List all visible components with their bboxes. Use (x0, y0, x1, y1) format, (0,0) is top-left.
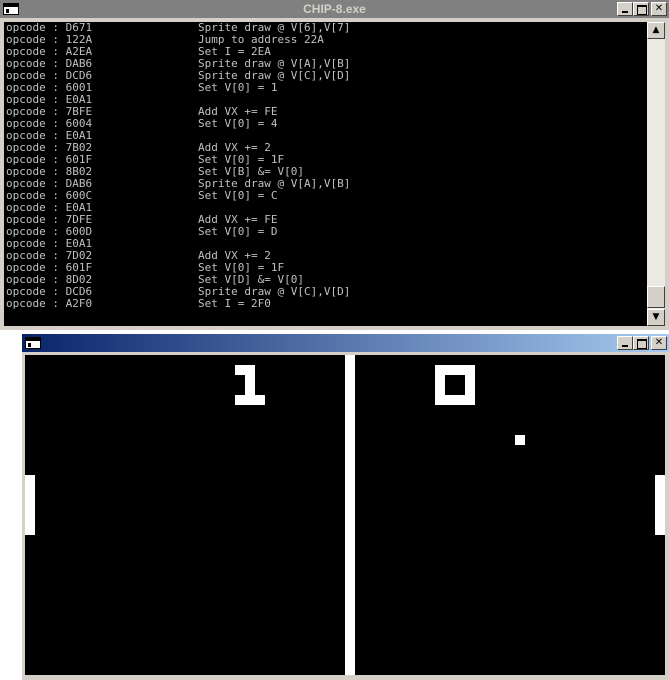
minimize-icon[interactable] (617, 336, 633, 350)
scrollbar-thumb[interactable] (647, 286, 665, 308)
console-scrollbar[interactable]: ▲ ▼ (647, 22, 665, 326)
minimize-icon[interactable] (617, 2, 633, 16)
log-line: opcode : A2F0 Set I = 2F0 (4, 298, 647, 310)
log-line: opcode : 7BFE Add VX += FE (4, 106, 647, 118)
log-description: Set V[0] = D (198, 225, 278, 238)
maximize-icon[interactable] (633, 336, 649, 350)
scroll-down-icon[interactable]: ▼ (647, 309, 665, 326)
log-line: opcode : DCD6 Sprite draw @ V[C],V[D] (4, 286, 647, 298)
log-description: Set V[0] = 1 (198, 81, 278, 94)
score-right-digit (465, 365, 475, 405)
log-line: opcode : E0A1 (4, 202, 647, 214)
log-line: opcode : 7DFE Add VX += FE (4, 214, 647, 226)
log-line: opcode : DAB6 Sprite draw @ V[A],V[B] (4, 178, 647, 190)
close-icon[interactable]: ✕ (651, 336, 667, 350)
console-window-controls: ✕ (617, 2, 667, 16)
console-window: CHIP-8.exe ✕ opcode : D671 Sprite draw @ … (0, 0, 669, 330)
maximize-icon[interactable] (633, 2, 649, 16)
right-paddle (655, 475, 665, 535)
log-line: opcode : D671 Sprite draw @ V[6],V[7] (4, 22, 647, 34)
game-titlebar[interactable]: ✕ (22, 334, 669, 352)
game-window-controls: ✕ (617, 336, 667, 350)
close-icon[interactable]: ✕ (651, 2, 667, 16)
console-titlebar[interactable]: CHIP-8.exe ✕ (0, 0, 669, 18)
log-line: opcode : 7B02 Add VX += 2 (4, 142, 647, 154)
game-window: ✕ 1 0 (22, 334, 669, 680)
log-line: opcode : 122A Jump to address 22A (4, 34, 647, 46)
score-left-digit (235, 365, 245, 375)
log-line: opcode : E0A1 (4, 94, 647, 106)
game-display[interactable]: 1 0 (25, 355, 665, 675)
log-line: opcode : 6001 Set V[0] = 1 (4, 82, 647, 94)
game-app-icon[interactable] (25, 337, 41, 349)
log-line: opcode : 6004 Set V[0] = 4 (4, 118, 647, 130)
log-line: opcode : 600C Set V[0] = C (4, 190, 647, 202)
scroll-up-icon[interactable]: ▲ (647, 22, 665, 39)
log-line: opcode : 7D02 Add VX += 2 (4, 250, 647, 262)
log-opcode: opcode : A2F0 (6, 297, 93, 310)
log-line: opcode : 601F Set V[0] = 1F (4, 154, 647, 166)
center-net (345, 355, 355, 675)
log-line: opcode : E0A1 (4, 130, 647, 142)
log-description: Set I = 2F0 (198, 297, 271, 310)
log-line: opcode : E0A1 (4, 238, 647, 250)
ball (515, 435, 525, 445)
console-output[interactable]: opcode : D671 Sprite draw @ V[6],V[7] opco… (4, 22, 647, 326)
left-paddle (25, 475, 35, 535)
score-right-digit (435, 365, 445, 405)
log-line: opcode : 600D Set V[0] = D (4, 226, 647, 238)
console-window-title: CHIP-8.exe (303, 2, 366, 16)
log-description: Set V[0] = C (198, 189, 278, 202)
log-line: opcode : 601F Set V[0] = 1F (4, 262, 647, 274)
log-line: opcode : DCD6 Sprite draw @ V[C],V[D] (4, 70, 647, 82)
score-left-digit (235, 395, 265, 405)
log-description: Set V[0] = 4 (198, 117, 278, 130)
